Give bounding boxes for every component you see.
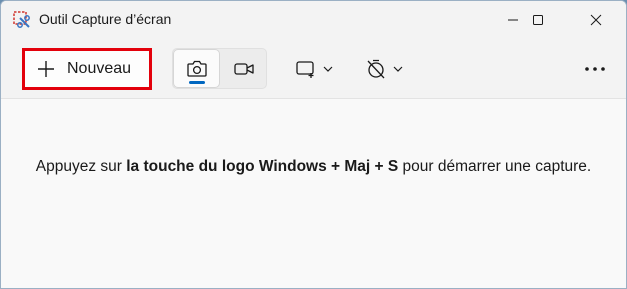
camera-icon [186, 60, 207, 77]
window-title: Outil Capture d’écran [39, 11, 172, 27]
new-snip-label: Nouveau [67, 60, 132, 77]
delay-dropdown[interactable] [365, 53, 403, 85]
hint-suffix: pour démarrer une capture. [398, 158, 592, 175]
hint-prefix: Appuyez sur [35, 158, 127, 175]
snip-shape-dropdown[interactable] [295, 53, 333, 85]
photo-mode-button[interactable] [173, 49, 220, 88]
title-bar[interactable]: Outil Capture d’écran [1, 1, 626, 39]
see-more-button[interactable] [579, 53, 611, 85]
maximize-icon [533, 15, 543, 25]
toolbar: Nouveau [1, 39, 626, 99]
hint-shortcut: la touche du logo Windows + Maj + S [126, 158, 399, 175]
rectangle-snip-icon [296, 61, 314, 78]
chevron-down-icon [323, 66, 333, 72]
close-icon [590, 14, 602, 26]
new-snip-button[interactable]: Nouveau [22, 48, 152, 90]
close-button[interactable] [573, 1, 619, 39]
content-area: Appuyez sur la touche du logo Windows + … [1, 100, 626, 288]
snipping-tool-app-icon [13, 11, 31, 29]
chevron-down-icon [393, 66, 403, 72]
selected-indicator [189, 81, 205, 84]
no-timer-icon [367, 59, 385, 79]
plus-icon [38, 61, 54, 77]
start-capture-hint: Appuyez sur la touche du logo Windows + … [21, 154, 606, 179]
capture-mode-toggle [172, 48, 267, 89]
snipping-tool-window: Outil Capture d’écran Nouveau Appuyez su… [0, 0, 627, 289]
maximize-button[interactable] [515, 1, 561, 39]
ellipsis-icon [585, 67, 605, 71]
video-camera-icon [234, 62, 254, 75]
video-mode-button[interactable] [221, 49, 267, 88]
